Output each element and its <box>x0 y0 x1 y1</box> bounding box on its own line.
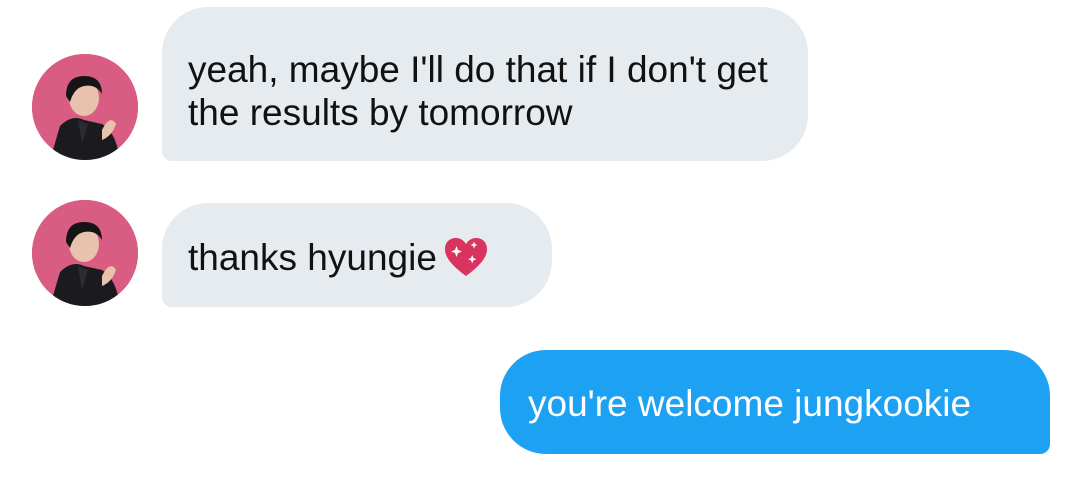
message-bubble-received[interactable]: yeah, maybe I'll do that if I don't get … <box>162 7 808 161</box>
message-bubble-sent[interactable]: you're welcome jungkookie <box>500 350 1050 454</box>
sparkling-heart-icon <box>443 236 489 278</box>
avatar-photo <box>32 200 138 306</box>
contact-avatar[interactable] <box>32 54 138 160</box>
contact-avatar[interactable] <box>32 200 138 306</box>
message-text: yeah, maybe I'll do that if I don't get … <box>188 49 768 133</box>
message-bubble-received[interactable]: thanks hyungie <box>162 203 552 307</box>
avatar-photo <box>32 54 138 160</box>
message-text: you're welcome jungkookie <box>528 383 972 424</box>
message-text: thanks hyungie <box>188 237 437 278</box>
